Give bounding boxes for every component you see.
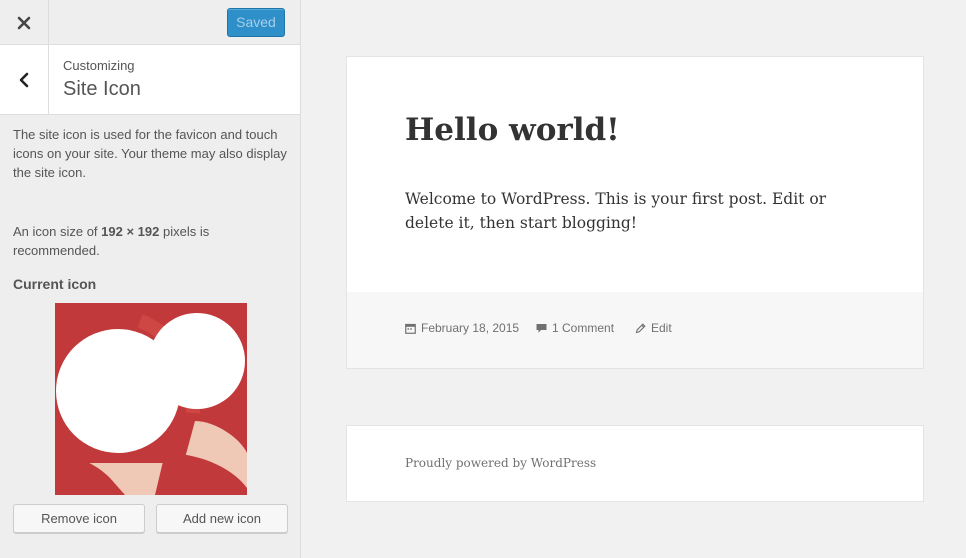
calendar-icon — [405, 323, 416, 334]
footer-credit-link[interactable]: Proudly powered by WordPress — [405, 456, 596, 470]
site-icon-description: The site icon is used for the favicon an… — [13, 127, 287, 180]
customizer-sidebar: Saved Customizing Site Icon The site ico… — [0, 0, 301, 558]
breadcrumb: Customizing — [63, 58, 135, 73]
pencil-icon — [635, 322, 646, 333]
post-title[interactable]: Hello world! — [405, 112, 620, 148]
post-date-text: February 18, 2015 — [421, 321, 520, 335]
post-card: Hello world! Welcome to WordPress. This … — [346, 56, 924, 369]
post-comments-link[interactable]: 1 Comment — [536, 321, 614, 335]
post-edit-link[interactable]: Edit — [635, 321, 672, 335]
size-recommendation: An icon size of 192 × 192 pixels is reco… — [13, 222, 288, 260]
post-comments-text: 1 Comment — [552, 321, 615, 335]
remove-icon-button[interactable]: Remove icon — [13, 504, 145, 533]
comment-icon — [536, 323, 547, 333]
saved-button[interactable]: Saved — [227, 8, 285, 37]
post-date[interactable]: February 18, 2015 — [405, 321, 519, 335]
close-icon — [17, 16, 31, 29]
close-button[interactable] — [0, 0, 49, 45]
section-title: Site Icon — [63, 78, 141, 100]
size-note-size: 192 × 192 — [101, 224, 160, 239]
site-footer: Proudly powered by WordPress — [346, 425, 924, 502]
post-edit-text: Edit — [651, 321, 672, 335]
back-button[interactable] — [0, 45, 49, 114]
post-meta: February 18, 2015 1 Comment Edit — [347, 292, 923, 368]
current-icon-label: Current icon — [13, 276, 97, 292]
customizer-header: Saved — [0, 0, 300, 45]
post-content: Welcome to WordPress. This is your first… — [405, 190, 827, 232]
section-header: Customizing Site Icon — [0, 45, 300, 115]
add-new-icon-button[interactable]: Add new icon — [156, 504, 288, 533]
chevron-left-icon — [19, 72, 29, 87]
site-icon-image — [55, 303, 247, 495]
size-note-prefix: An icon size of — [13, 224, 102, 239]
